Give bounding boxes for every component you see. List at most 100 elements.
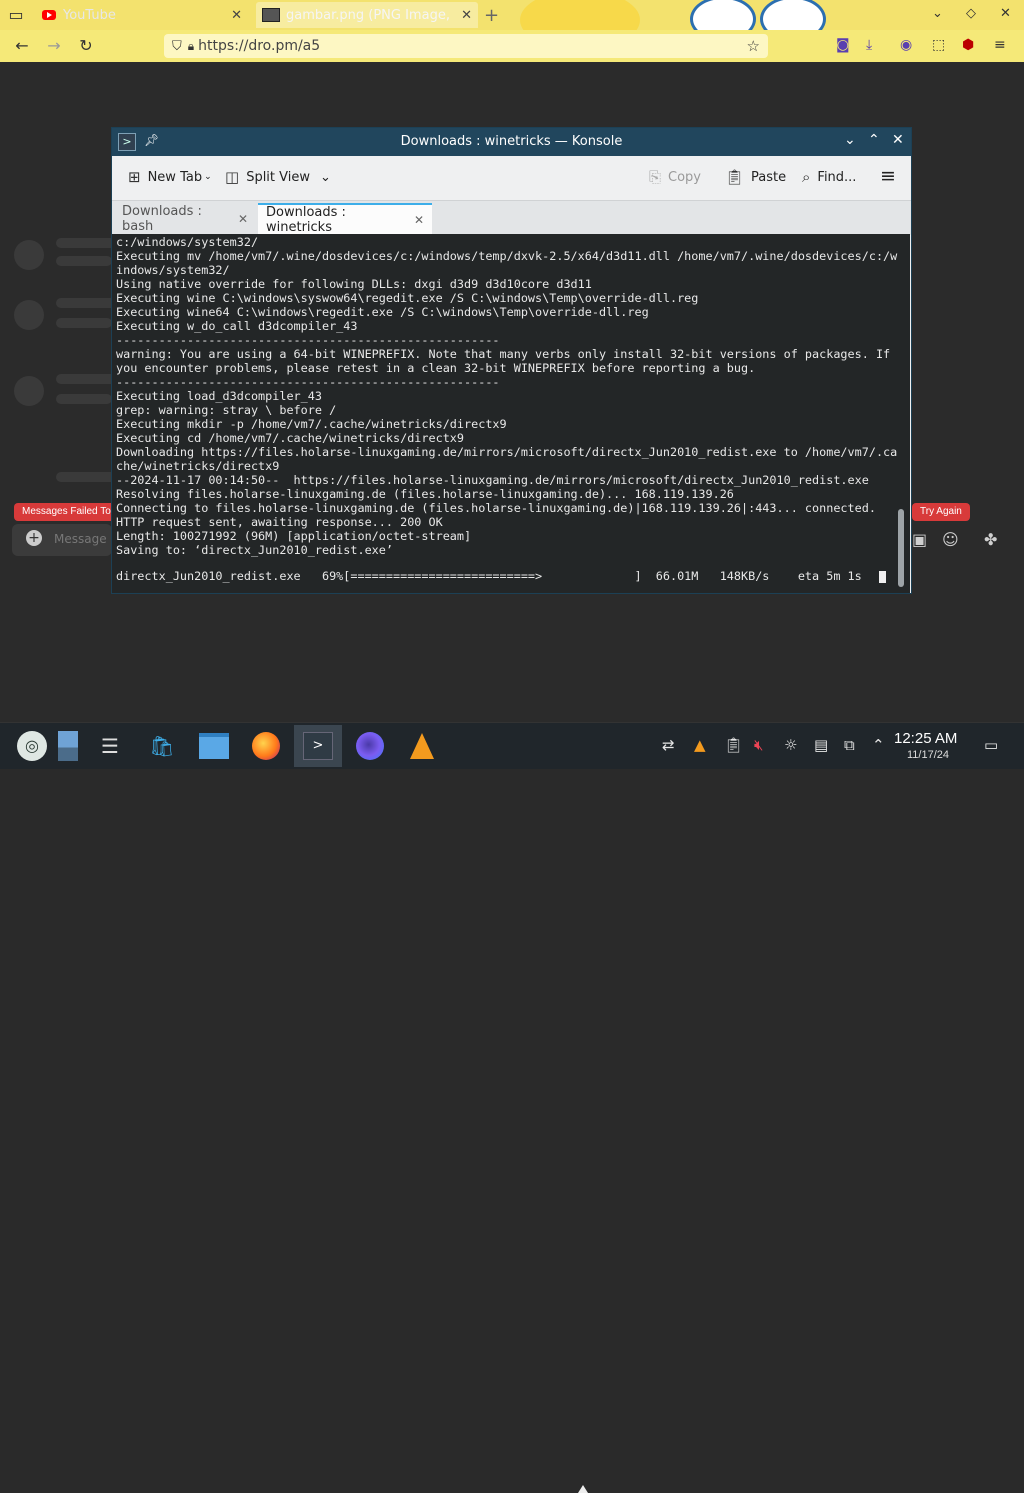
search-icon: ⌕ xyxy=(802,168,811,186)
downloads-icon[interactable]: ⤓ xyxy=(866,37,872,53)
menu-icon[interactable]: ≡ xyxy=(994,37,1006,53)
task-firefox-alt[interactable] xyxy=(346,725,394,767)
task-firefox[interactable] xyxy=(242,725,290,767)
new-tab-icon: ⊞ xyxy=(128,168,141,186)
tab-downloads-winetricks[interactable]: Downloads : winetricks ✕ xyxy=(258,203,432,235)
youtube-icon xyxy=(42,10,56,20)
terminal-line: Executing wine64 C:\windows\regedit.exe … xyxy=(116,305,649,319)
konsole-window: > 📌︎ Downloads : winetricks — Konsole ⌄ … xyxy=(111,127,912,594)
new-tab-button[interactable]: ⊞ New Tab ⌄ xyxy=(128,168,212,186)
close-window-icon[interactable]: ✕ xyxy=(1000,6,1011,21)
split-view-icon: ◫ xyxy=(225,168,240,186)
vlc-tray-icon[interactable]: ▲ xyxy=(694,736,706,754)
browser-tab-image[interactable]: gambar.png (PNG Image, ✕ xyxy=(256,2,478,28)
firefox-icon xyxy=(252,732,280,760)
terminal-line: HTTP request sent, awaiting response... … xyxy=(116,515,443,529)
brightness-icon[interactable]: ☼ xyxy=(784,736,797,754)
paste-button[interactable]: 📋︎ Paste xyxy=(725,168,786,186)
avatar xyxy=(14,376,44,406)
placeholder-line xyxy=(56,318,112,328)
url-text[interactable]: https://dro.pm/a5 xyxy=(198,38,320,54)
task-vlc[interactable] xyxy=(398,725,446,767)
address-bar[interactable]: ⛉ 🔒︎ https://dro.pm/a5 ☆ xyxy=(164,34,768,58)
window-title: Downloads : winetricks — Konsole xyxy=(400,134,623,149)
apps-icon[interactable]: ✤ xyxy=(984,530,997,549)
window-titlebar[interactable]: > 📌︎ Downloads : winetricks — Konsole ⌄ … xyxy=(112,128,911,156)
task-konsole[interactable]: > xyxy=(294,725,342,767)
lock-icon[interactable]: 🔒︎ xyxy=(188,39,194,54)
placeholder-line xyxy=(56,238,116,248)
account-icon[interactable]: ◉ xyxy=(900,37,912,53)
terminal-output[interactable]: c:/windows/system32/Executing mv /home/v… xyxy=(112,234,910,593)
message-input[interactable]: + Message xyxy=(12,524,112,556)
clock-date[interactable]: 11/17/24 xyxy=(907,749,949,761)
app-launcher-button[interactable]: ◎ xyxy=(8,725,56,767)
volume-muted-icon[interactable]: 🔇︎ xyxy=(754,736,763,754)
new-tab-label: New Tab xyxy=(147,169,203,185)
close-icon[interactable]: ✕ xyxy=(892,132,904,148)
show-hidden-icons[interactable]: ⌃ xyxy=(872,736,885,754)
find-label: Find... xyxy=(817,169,857,185)
ublock-icon[interactable]: ⬢ xyxy=(962,37,974,53)
opensuse-icon: ◎ xyxy=(17,731,47,761)
tab-downloads-bash[interactable]: Downloads : bash ✕ xyxy=(114,203,256,234)
emoji-icon[interactable]: ☺ xyxy=(942,530,959,549)
browser-tab-youtube[interactable]: YouTube ✕ xyxy=(34,2,248,28)
show-desktop-icon[interactable]: ▭ xyxy=(984,736,998,754)
reload-icon[interactable]: ↻ xyxy=(72,36,100,55)
theme-decoration xyxy=(760,0,826,30)
maximize-icon[interactable]: ◇ xyxy=(966,6,976,21)
image-icon xyxy=(262,8,280,22)
forward-icon[interactable]: → xyxy=(40,36,68,55)
close-tab-icon[interactable]: ✕ xyxy=(414,213,424,227)
paste-icon: 📋︎ xyxy=(725,168,745,186)
copy-button[interactable]: ⎘ Copy xyxy=(649,168,701,186)
chevron-down-icon: ⌄ xyxy=(320,169,331,185)
browser-tab-bar: ▭ YouTube ✕ gambar.png (PNG Image, ✕ + ⌄… xyxy=(0,0,1024,30)
terminal-cursor xyxy=(879,571,886,583)
terminal-line: Executing wine C:\windows\syswow64\reged… xyxy=(116,291,699,305)
close-tab-icon[interactable]: ✕ xyxy=(231,8,242,23)
back-icon[interactable]: ← xyxy=(8,36,36,55)
task-discover[interactable]: 🛍︎ xyxy=(138,725,186,767)
mouse-pointer xyxy=(578,1485,588,1493)
minimize-icon[interactable]: ⌄ xyxy=(844,132,856,148)
hamburger-menu-icon[interactable]: ≡ xyxy=(880,165,896,187)
theme-decoration xyxy=(520,0,640,30)
konsole-icon: > xyxy=(303,732,333,760)
vlc-icon xyxy=(410,733,434,759)
paste-label: Paste xyxy=(751,169,787,185)
split-view-button[interactable]: ◫ Split View ⌄ xyxy=(225,168,331,186)
close-tab-icon[interactable]: ✕ xyxy=(238,212,248,226)
bookmark-star-icon[interactable]: ☆ xyxy=(747,37,760,55)
task-system-settings[interactable]: ☰ xyxy=(86,725,134,767)
pocket-icon[interactable]: ◙ xyxy=(836,37,850,53)
settings-icon: ☰ xyxy=(101,734,119,758)
taskbar: ◎ ☰ 🛍︎ > ⇄ ▲ 📋︎ 🔇︎ ☼ ▤ ⧉ ⌃ 12:25 AM 11/1… xyxy=(0,722,1024,1493)
try-again-button[interactable]: Try Again xyxy=(912,503,970,521)
terminal-line: you encounter problems, please retest in… xyxy=(116,361,756,375)
extensions-icon[interactable]: ⬚ xyxy=(932,37,945,53)
clipboard-icon[interactable]: 📋︎ xyxy=(724,736,743,754)
tab-title: YouTube xyxy=(63,7,116,23)
chevron-down-icon[interactable]: ⌄ xyxy=(932,6,943,21)
shield-icon[interactable]: ⛉ xyxy=(172,39,182,54)
gif-icon[interactable]: ▣ xyxy=(912,530,927,549)
message-placeholder: Message xyxy=(54,532,107,546)
scrollbar[interactable] xyxy=(898,509,904,587)
placeholder-line xyxy=(56,472,116,482)
desktop-pager[interactable] xyxy=(54,725,82,767)
tab-overview-icon[interactable]: ▭ xyxy=(2,5,30,24)
task-dolphin[interactable] xyxy=(190,725,238,767)
konsole-toolbar: ⊞ New Tab ⌄ ◫ Split View ⌄ ⎘ Copy 📋︎ Pas… xyxy=(112,156,911,200)
close-tab-icon[interactable]: ✕ xyxy=(461,8,472,23)
clock-time[interactable]: 12:25 AM xyxy=(894,730,957,747)
storage-icon[interactable]: ▤ xyxy=(814,736,828,754)
split-view-label: Split View xyxy=(246,169,310,185)
find-button[interactable]: ⌕ Find... xyxy=(802,168,856,186)
kde-connect-icon[interactable]: ⇄ xyxy=(662,736,675,754)
add-attachment-icon[interactable]: + xyxy=(26,530,42,546)
network-icon[interactable]: ⧉ xyxy=(844,736,855,754)
new-tab-button[interactable]: + xyxy=(484,5,499,26)
maximize-icon[interactable]: ⌃ xyxy=(868,132,880,148)
